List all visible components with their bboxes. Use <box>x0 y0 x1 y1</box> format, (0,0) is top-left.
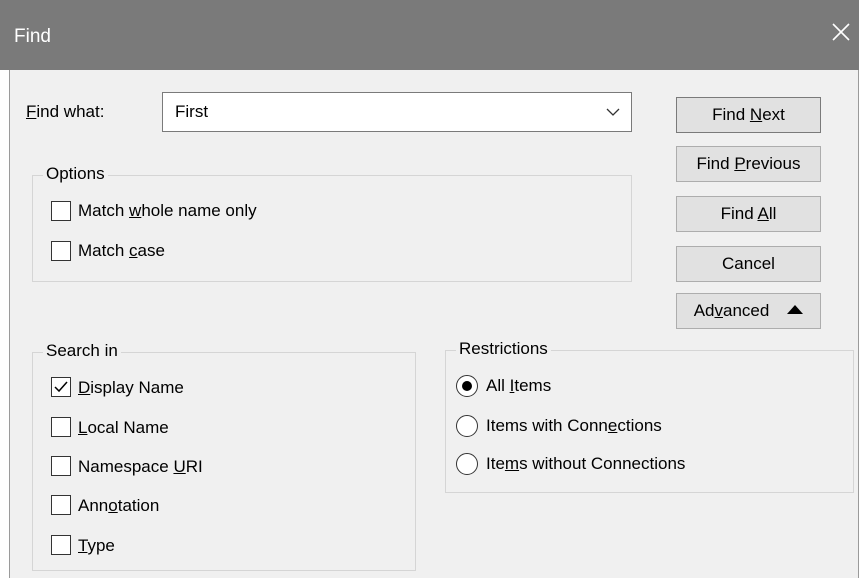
find-dialog: Find Find what: First Options Match whol… <box>0 0 859 578</box>
find-what-label: Find what: <box>26 102 105 121</box>
advanced-button[interactable]: Advanced <box>676 293 821 329</box>
match-whole-name-label[interactable]: Match whole name only <box>78 201 257 221</box>
search-in-group-title: Search in <box>43 341 121 361</box>
options-group: Options <box>32 164 632 282</box>
display-name-checkbox[interactable] <box>51 377 71 397</box>
match-case-label[interactable]: Match case <box>78 241 165 261</box>
title-bar[interactable]: Find <box>0 0 859 70</box>
items-without-connections-radio[interactable] <box>456 453 478 475</box>
items-with-connections-radio[interactable] <box>456 415 478 437</box>
annotation-checkbox[interactable] <box>51 495 71 515</box>
type-checkbox[interactable] <box>51 535 71 555</box>
items-without-connections-label[interactable]: Items without Connections <box>486 454 685 474</box>
find-what-combobox[interactable]: First <box>162 92 632 132</box>
chevron-down-icon[interactable] <box>605 105 621 119</box>
local-name-checkbox[interactable] <box>51 417 71 437</box>
checkmark-icon <box>54 381 68 393</box>
caret-up-icon <box>787 305 804 314</box>
find-next-button[interactable]: Find Next <box>676 97 821 133</box>
namespace-uri-checkbox[interactable] <box>51 456 71 476</box>
all-items-label[interactable]: All Items <box>486 376 551 396</box>
items-with-connections-label[interactable]: Items with Connections <box>486 416 662 436</box>
radio-selected-dot <box>462 381 472 391</box>
all-items-radio[interactable] <box>456 375 478 397</box>
annotation-label[interactable]: Annotation <box>78 496 159 516</box>
type-label[interactable]: Type <box>78 536 115 556</box>
window-title: Find <box>14 26 51 47</box>
find-what-input[interactable]: First <box>175 102 208 122</box>
find-all-button[interactable]: Find All <box>676 196 821 232</box>
options-group-title: Options <box>43 164 108 184</box>
cancel-button[interactable]: Cancel <box>676 246 821 282</box>
close-icon[interactable] <box>829 20 853 44</box>
restrictions-group-title: Restrictions <box>456 339 551 359</box>
find-previous-button[interactable]: Find Previous <box>676 146 821 182</box>
window-left-edge <box>0 70 10 578</box>
local-name-label[interactable]: Local Name <box>78 418 169 438</box>
match-case-checkbox[interactable] <box>51 241 71 261</box>
display-name-label[interactable]: Display Name <box>78 378 184 398</box>
match-whole-name-checkbox[interactable] <box>51 201 71 221</box>
namespace-uri-label[interactable]: Namespace URI <box>78 457 203 477</box>
